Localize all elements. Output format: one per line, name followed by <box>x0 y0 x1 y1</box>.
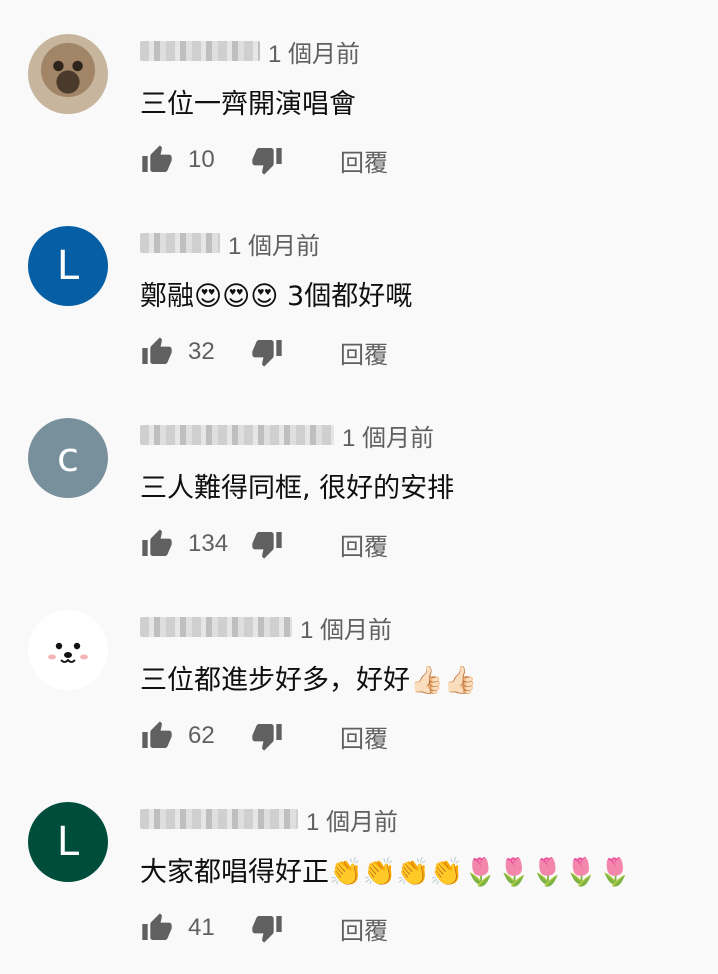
comment-text: 三位都進步好多，好好👍🏻👍🏻 <box>140 665 478 696</box>
comment-item: L 1 個月前 大家都唱得好正👏👏👏👏🌷🌷🌷🌷🌷 41 回覆 <box>0 768 718 960</box>
thumbs-up-icon[interactable] <box>140 911 174 945</box>
comment-item: 1 個月前 三位都進步好多，好好👍🏻👍🏻 62 回覆 <box>0 576 718 768</box>
author-name-blurred[interactable] <box>140 233 220 253</box>
avatar-letter: L <box>56 819 80 865</box>
avatar[interactable]: L <box>28 226 108 306</box>
comment-actions: 134 回覆 <box>140 526 388 562</box>
reply-button[interactable]: 回覆 <box>340 911 388 946</box>
thumbs-up-icon[interactable] <box>140 719 174 753</box>
comment-header: 1 個月前 <box>140 418 434 453</box>
comment-header: 1 個月前 <box>140 802 398 837</box>
comment-header: 1 個月前 <box>140 610 392 645</box>
author-name-blurred[interactable] <box>140 809 298 829</box>
comment-header: 1 個月前 <box>140 226 320 261</box>
comment-header: 1 個月前 <box>140 34 360 69</box>
comment-text: 三位一齊開演唱會 <box>140 89 356 120</box>
thumbs-down-icon[interactable] <box>250 335 284 369</box>
comment-actions: 10 回覆 <box>140 142 388 178</box>
avatar[interactable] <box>28 610 108 690</box>
thumbs-up-icon[interactable] <box>140 527 174 561</box>
reply-button[interactable]: 回覆 <box>340 143 388 178</box>
comment-time[interactable]: 1 個月前 <box>300 610 392 645</box>
comment-actions: 62 回覆 <box>140 718 388 754</box>
like-count: 62 <box>188 722 215 749</box>
avatar[interactable]: L <box>28 802 108 882</box>
reply-button[interactable]: 回覆 <box>340 527 388 562</box>
thumbs-down-icon[interactable] <box>250 719 284 753</box>
comment-item: L 1 個月前 鄭融😍😍😍 3個都好嘅 32 回覆 <box>0 192 718 384</box>
bear-face-icon <box>28 610 108 690</box>
thumbs-down-icon[interactable] <box>250 527 284 561</box>
avatar[interactable]: c <box>28 418 108 498</box>
author-name-blurred[interactable] <box>140 41 260 61</box>
reply-button[interactable]: 回覆 <box>340 335 388 370</box>
avatar-letter: c <box>57 435 79 481</box>
like-count: 32 <box>188 338 215 365</box>
avatar[interactable] <box>28 34 108 114</box>
comment-time[interactable]: 1 個月前 <box>268 34 360 69</box>
comment-time[interactable]: 1 個月前 <box>306 802 398 837</box>
comment-list: 1 個月前 三位一齊開演唱會 10 回覆 L 1 個月前 鄭融😍😍😍 3個都好嘅 <box>0 0 718 974</box>
reply-button[interactable]: 回覆 <box>340 719 388 754</box>
comment-item: 1 個月前 三位一齊開演唱會 10 回覆 <box>0 0 718 192</box>
comment-item: c 1 個月前 三人難得同框, 很好的安排 134 回覆 <box>0 384 718 576</box>
comment-actions: 32 回覆 <box>140 334 388 370</box>
thumbs-up-icon[interactable] <box>140 335 174 369</box>
thumbs-down-icon[interactable] <box>250 911 284 945</box>
comment-time[interactable]: 1 個月前 <box>228 226 320 261</box>
like-count: 134 <box>188 530 229 557</box>
like-count: 41 <box>188 914 215 941</box>
thumbs-up-icon[interactable] <box>140 143 174 177</box>
author-name-blurred[interactable] <box>140 617 292 637</box>
comment-text: 鄭融😍😍😍 3個都好嘅 <box>140 281 413 312</box>
avatar-letter: L <box>56 243 80 289</box>
thumbs-down-icon[interactable] <box>250 143 284 177</box>
like-count: 10 <box>188 146 215 173</box>
author-name-blurred[interactable] <box>140 425 334 445</box>
comment-text: 三人難得同框, 很好的安排 <box>140 473 455 504</box>
comment-actions: 41 回覆 <box>140 910 388 946</box>
comment-time[interactable]: 1 個月前 <box>342 418 434 453</box>
comment-text: 大家都唱得好正👏👏👏👏🌷🌷🌷🌷🌷 <box>140 857 632 888</box>
